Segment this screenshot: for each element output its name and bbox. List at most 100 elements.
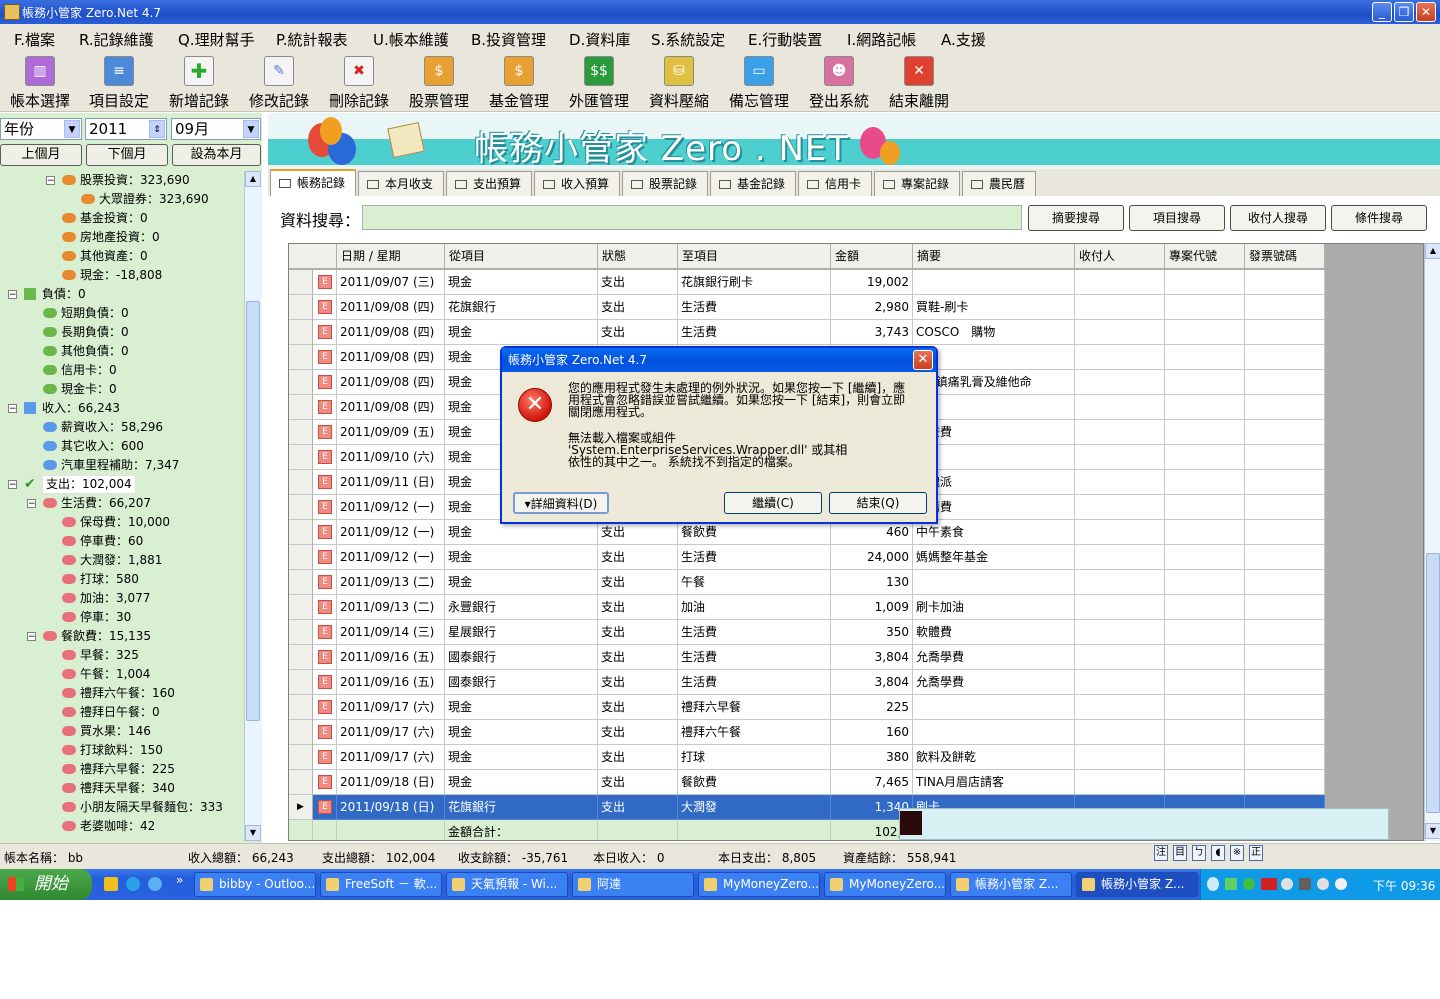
- cell-to[interactable]: 生活費: [678, 545, 831, 570]
- table-row[interactable]: E 2011/09/12 (一) 現金 支出 生活費 24,000 媽媽整年基金: [289, 545, 1325, 570]
- table-row[interactable]: E 2011/09/17 (六) 現金 支出 禮拜六午餐 160: [289, 720, 1325, 745]
- tree-item[interactable]: 薪資收入：58,296: [0, 418, 244, 437]
- mode-select[interactable]: 年份 ▼: [0, 118, 82, 140]
- task-app-2[interactable]: 帳務小管家 Z...: [1076, 872, 1198, 897]
- cell-amount[interactable]: 7,465: [831, 770, 913, 795]
- tree-item[interactable]: 其他資產：0: [0, 247, 244, 266]
- tool-fund[interactable]: $ 基金管理: [480, 54, 558, 112]
- cell-status[interactable]: 支出: [598, 295, 678, 320]
- edit-record-icon[interactable]: E: [318, 675, 332, 689]
- cell-date[interactable]: 2011/09/17 (六): [337, 695, 445, 720]
- cell-empty[interactable]: [1245, 420, 1325, 445]
- tray-help-icon[interactable]: [1335, 878, 1347, 890]
- collapse-toggle-icon[interactable]: −: [8, 290, 17, 300]
- cell-to[interactable]: 餐飲費: [678, 770, 831, 795]
- row-header[interactable]: [289, 420, 313, 445]
- maximize-button[interactable]: ❐: [1394, 2, 1414, 22]
- tab-expense-budget[interactable]: 支出預算: [446, 171, 532, 196]
- col-from[interactable]: 從項目: [445, 244, 598, 269]
- row-header[interactable]: [289, 270, 313, 295]
- tray-expand-icon[interactable]: [1207, 877, 1219, 891]
- cell-empty[interactable]: [1245, 670, 1325, 695]
- menu-book[interactable]: U.帳本維護: [373, 29, 449, 50]
- cell-from[interactable]: 現金: [445, 720, 598, 745]
- next-month-button[interactable]: 下個月: [86, 144, 168, 166]
- cell-date[interactable]: 2011/09/11 (日): [337, 470, 445, 495]
- month-select[interactable]: 09月 ▼: [171, 118, 261, 140]
- cell-to[interactable]: 午餐: [678, 570, 831, 595]
- cell-to[interactable]: 生活費: [678, 645, 831, 670]
- edit-record-icon[interactable]: E: [318, 325, 332, 339]
- row-header[interactable]: [289, 370, 313, 395]
- row-header[interactable]: [289, 445, 313, 470]
- cell-empty[interactable]: [1165, 770, 1245, 795]
- cell-status[interactable]: 支出: [598, 545, 678, 570]
- tree-item[interactable]: 午餐：1,004: [0, 665, 244, 684]
- cell-date[interactable]: 2011/09/08 (四): [337, 345, 445, 370]
- row-header[interactable]: [289, 595, 313, 620]
- edit-record-icon[interactable]: E: [318, 625, 332, 639]
- quit-button[interactable]: 結束(Q): [829, 492, 927, 514]
- table-row[interactable]: E 2011/09/08 (四) 現金 支出 生活費 3,743 COSCO 購物: [289, 320, 1325, 345]
- edit-record-icon[interactable]: E: [318, 525, 332, 539]
- search-input[interactable]: [362, 205, 1022, 230]
- cell-amount[interactable]: 1,009: [831, 595, 913, 620]
- tree-item[interactable]: 保母費：10,000: [0, 513, 244, 532]
- cell-empty[interactable]: [1245, 445, 1325, 470]
- collapse-toggle-icon[interactable]: −: [46, 176, 55, 186]
- cell-empty[interactable]: [1165, 695, 1245, 720]
- cell-empty[interactable]: [1245, 370, 1325, 395]
- cell-from[interactable]: 現金: [445, 320, 598, 345]
- cell-empty[interactable]: [1165, 545, 1245, 570]
- col-payee[interactable]: 收付人: [1075, 244, 1165, 269]
- close-button[interactable]: ✕: [1416, 2, 1436, 22]
- col-date[interactable]: 日期 / 星期: [337, 244, 445, 269]
- cell-memo[interactable]: [913, 270, 1075, 295]
- tree-item[interactable]: 長期負債：0: [0, 323, 244, 342]
- cell-date[interactable]: 2011/09/09 (五): [337, 420, 445, 445]
- cell-from[interactable]: 國泰銀行: [445, 670, 598, 695]
- year-stepper[interactable]: 2011 ⇕: [85, 118, 167, 140]
- task-freesoft[interactable]: FreeSoft － 軟...: [320, 872, 442, 897]
- cell-from[interactable]: 花旗銀行: [445, 295, 598, 320]
- edit-record-icon[interactable]: E: [318, 375, 332, 389]
- table-row[interactable]: E 2011/09/17 (六) 現金 支出 打球 380 飲料及餅乾: [289, 745, 1325, 770]
- cell-empty[interactable]: [1075, 620, 1165, 645]
- cell-from[interactable]: 星展銀行: [445, 620, 598, 645]
- cell-amount[interactable]: 3,804: [831, 645, 913, 670]
- cell-status[interactable]: 支出: [598, 795, 678, 820]
- cell-date[interactable]: 2011/09/18 (日): [337, 795, 445, 820]
- cell-amount[interactable]: 350: [831, 620, 913, 645]
- cell-status[interactable]: 支出: [598, 595, 678, 620]
- cell-empty[interactable]: [1245, 770, 1325, 795]
- outlook-quick-icon[interactable]: [104, 877, 118, 891]
- edit-record-icon[interactable]: E: [318, 300, 332, 314]
- tree-item[interactable]: 買水果：146: [0, 722, 244, 741]
- cell-status[interactable]: 支出: [598, 720, 678, 745]
- cell-empty[interactable]: [1245, 320, 1325, 345]
- cell-date[interactable]: 2011/09/13 (二): [337, 570, 445, 595]
- cell-empty[interactable]: [1245, 545, 1325, 570]
- cell-from[interactable]: 現金: [445, 770, 598, 795]
- cell-empty[interactable]: [1165, 295, 1245, 320]
- account-tree[interactable]: − 股票投資：323,690 大眾證券：323,690 基金投資：0 房地產投資：0 其他…: [0, 171, 244, 841]
- ie-quick-icon[interactable]: [126, 877, 140, 891]
- cell-empty[interactable]: [1245, 645, 1325, 670]
- table-row[interactable]: E 2011/09/18 (日) 現金 支出 餐飲費 7,465 TINA月眉店請客: [289, 770, 1325, 795]
- scroll-up-icon[interactable]: ▲: [1425, 243, 1440, 259]
- cell-to[interactable]: 禮拜六早餐: [678, 695, 831, 720]
- menu-support[interactable]: A.支援: [941, 29, 986, 50]
- menu-report[interactable]: P.統計報表: [276, 29, 347, 50]
- cell-from[interactable]: 國泰銀行: [445, 645, 598, 670]
- tree-item[interactable]: − 生活費：66,207: [0, 494, 244, 513]
- cell-empty[interactable]: [1165, 745, 1245, 770]
- cell-empty[interactable]: [1075, 770, 1165, 795]
- cell-empty[interactable]: [1165, 620, 1245, 645]
- details-button[interactable]: ▾詳細資料(D): [513, 492, 609, 514]
- cell-amount[interactable]: 19,002: [831, 270, 913, 295]
- cell-date[interactable]: 2011/09/17 (六): [337, 745, 445, 770]
- tree-item[interactable]: 打球飲料：150: [0, 741, 244, 760]
- payee-search-button[interactable]: 收付人搜尋: [1230, 205, 1326, 231]
- edit-record-icon[interactable]: E: [318, 350, 332, 364]
- cell-to[interactable]: 加油: [678, 595, 831, 620]
